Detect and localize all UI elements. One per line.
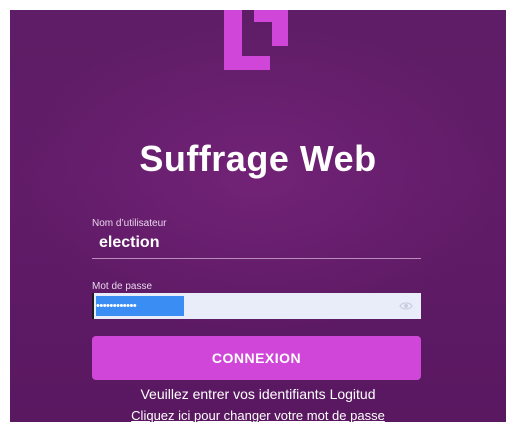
connect-button[interactable]: CONNEXION: [92, 336, 421, 380]
username-underline: [92, 258, 421, 259]
username-field[interactable]: election: [99, 234, 159, 252]
eye-icon[interactable]: [399, 300, 413, 312]
username-label: Nom d’utilisateur: [92, 218, 167, 229]
app-title: Suffrage Web: [139, 138, 377, 179]
change-password-link[interactable]: Cliquez ici pour changer votre mot de pa…: [10, 408, 506, 422]
hint-text: Veuillez entrer vos identifiants Logitud: [140, 386, 376, 402]
password-value: ••••••••••••: [96, 296, 184, 316]
password-label: Mot de passe: [92, 281, 153, 292]
login-panel: Suffrage Web Nom d’utilisateur election …: [10, 10, 506, 422]
password-field[interactable]: ••••••••••••: [92, 293, 421, 319]
logitud-logo-icon: [224, 10, 288, 70]
